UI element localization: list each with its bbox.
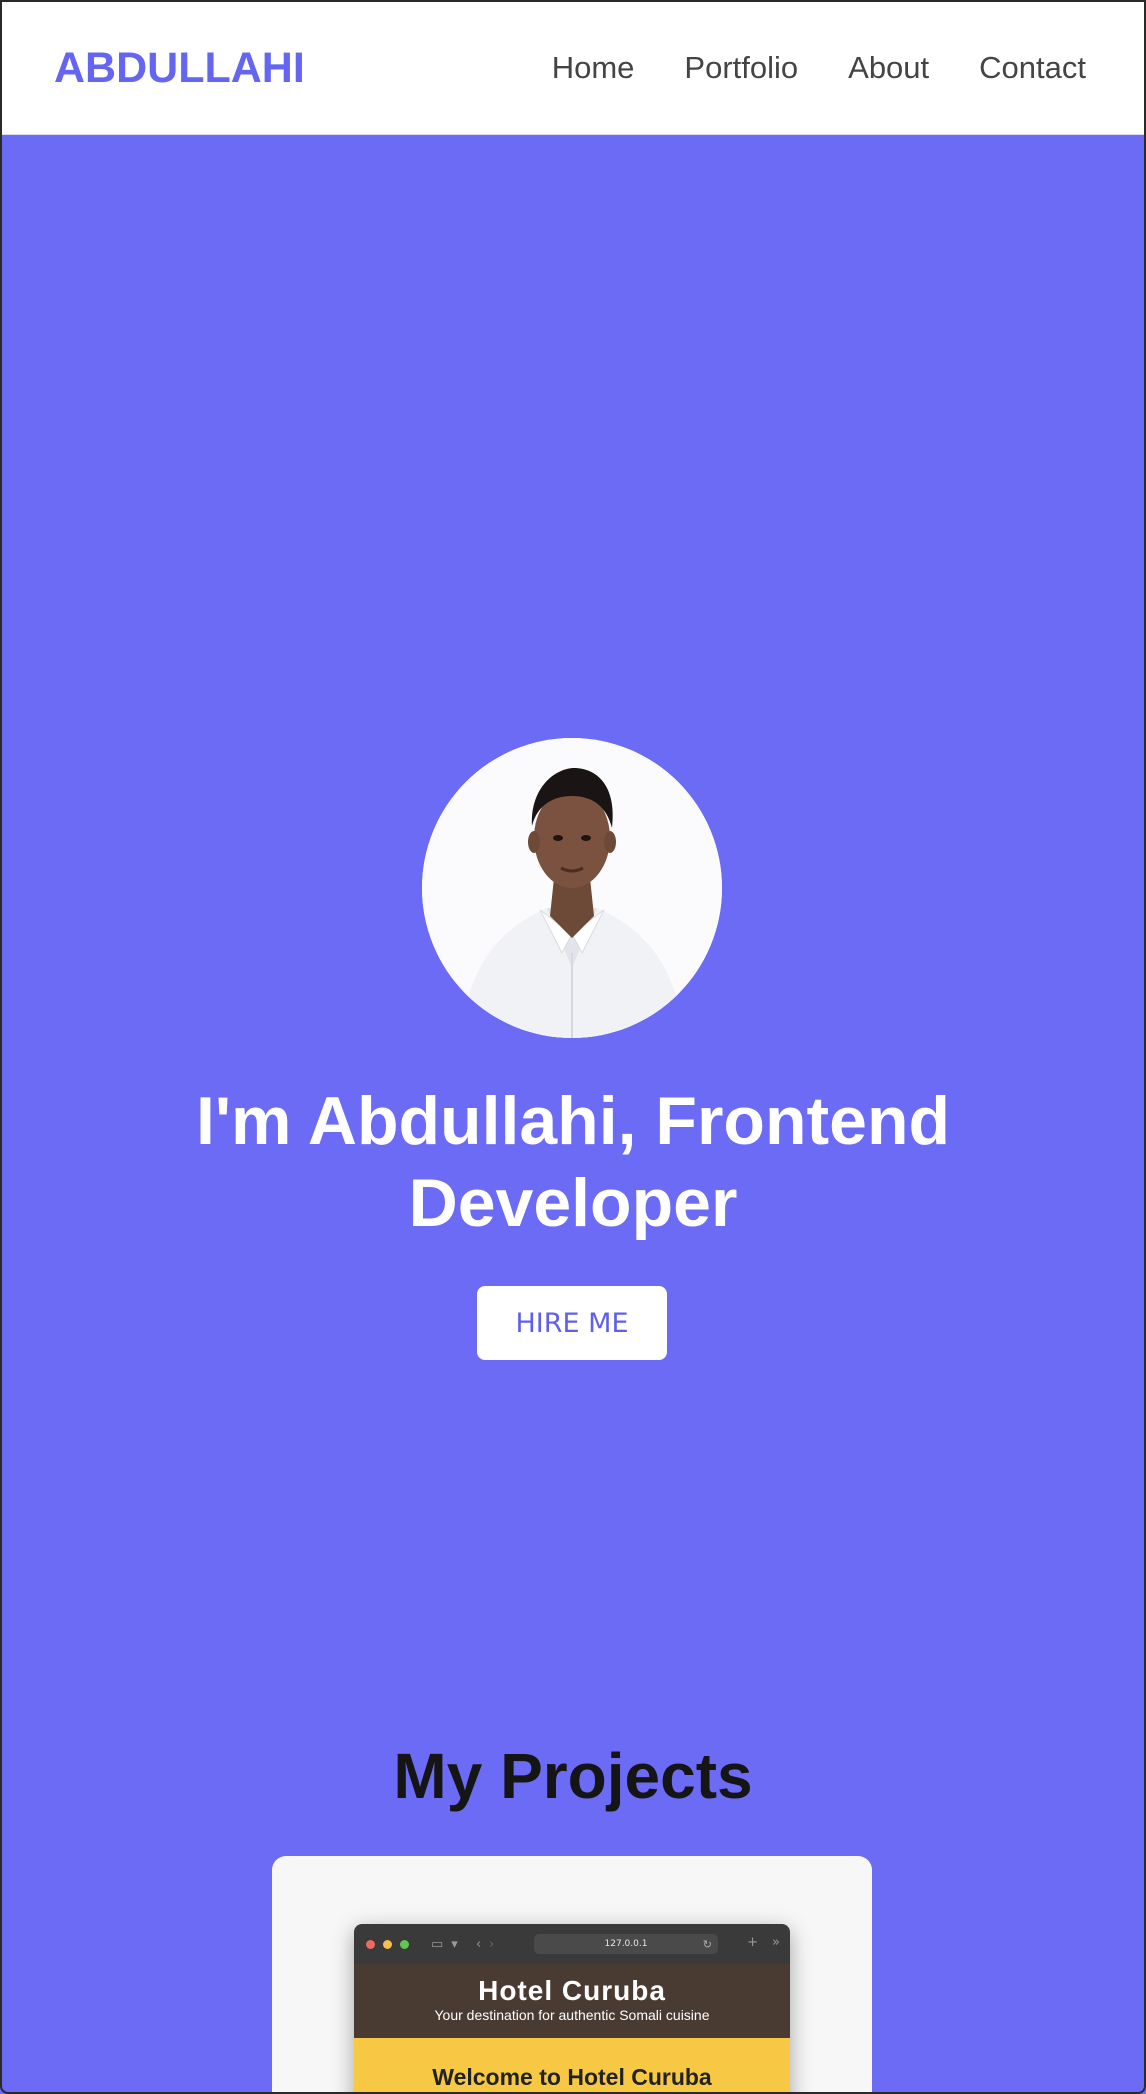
minimize-dot-icon xyxy=(383,1939,392,1949)
nav-link-about[interactable]: About xyxy=(848,50,929,86)
close-dot-icon xyxy=(366,1939,375,1949)
chevron-down-icon: ▾ xyxy=(451,1936,458,1952)
hotel-welcome: Welcome to Hotel Curuba xyxy=(354,2038,790,2092)
hero-title-line2: Developer xyxy=(408,1165,738,1241)
hire-me-button[interactable]: HIRE ME xyxy=(477,1286,667,1360)
avatar xyxy=(422,738,722,1038)
forward-icon: › xyxy=(489,1936,495,1952)
project-card[interactable]: ▭ ▾ ‹ › 127.0.0.1 ↻ + » Hotel Curuba You… xyxy=(272,1856,872,2092)
nav-link-portfolio[interactable]: Portfolio xyxy=(684,50,798,86)
nav-link-home[interactable]: Home xyxy=(552,50,635,86)
hotel-title: Hotel Curuba xyxy=(478,1975,666,2006)
hotel-header: Hotel Curuba Your destination for authen… xyxy=(354,1964,790,2038)
brand-logo[interactable]: ABDULLAHI xyxy=(54,44,305,93)
reload-icon: ↻ xyxy=(702,1938,712,1951)
projects-title: My Projects xyxy=(393,1740,753,1812)
nav-links: Home Portfolio About Contact xyxy=(552,50,1086,86)
hero-title: I'm Abdullahi, Frontend Developer xyxy=(2,1080,1144,1244)
maximize-dot-icon xyxy=(400,1939,409,1949)
browser-toolbar: ▭ ▾ ‹ › 127.0.0.1 ↻ + » xyxy=(354,1924,790,1964)
browser-actions: + » xyxy=(747,1936,780,1949)
url-field: 127.0.0.1 ↻ xyxy=(534,1934,718,1954)
hero-section: I'm Abdullahi, Frontend Developer xyxy=(2,135,1144,1635)
new-tab-icon: + xyxy=(747,1935,759,1950)
nav-link-contact[interactable]: Contact xyxy=(979,50,1086,86)
project-screenshot[interactable]: ▭ ▾ ‹ › 127.0.0.1 ↻ + » Hotel Curuba You… xyxy=(354,1924,790,2092)
back-icon: ‹ xyxy=(475,1936,482,1952)
profile-photo xyxy=(422,738,722,1038)
navbar: ABDULLAHI Home Portfolio About Contact xyxy=(2,2,1144,135)
url-text: 127.0.0.1 xyxy=(604,1939,648,1949)
hero-title-line1: I'm Abdullahi, Frontend xyxy=(195,1083,951,1159)
page: ABDULLAHI Home Portfolio About Contact I… xyxy=(0,0,1146,2094)
sidebar-icon: ▭ xyxy=(431,1936,444,1952)
hotel-tagline: Your destination for authentic Somali cu… xyxy=(434,2007,710,2023)
more-tabs-icon: » xyxy=(772,1935,780,1950)
